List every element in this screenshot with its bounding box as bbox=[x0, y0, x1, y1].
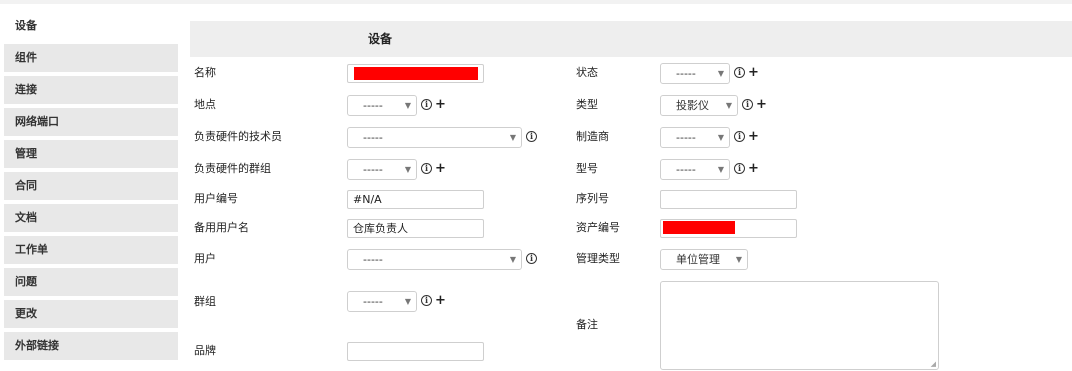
type-select[interactable]: 投影仪 ▼ bbox=[660, 95, 738, 116]
asset-number-label: 资产编号 bbox=[576, 221, 620, 234]
manufacturer-add-icon[interactable]: + bbox=[748, 130, 759, 143]
type-label: 类型 bbox=[576, 98, 598, 111]
redacted-asset-value bbox=[663, 221, 735, 234]
sidebar-item-problems[interactable]: 问题 bbox=[4, 268, 178, 296]
form-title: 设备 bbox=[368, 32, 393, 46]
status-info-icon[interactable]: i bbox=[734, 67, 745, 78]
alt-username-input[interactable]: 仓库负责人 bbox=[347, 219, 484, 238]
user-number-label: 用户编号 bbox=[194, 192, 238, 205]
sidebar-item-documents[interactable]: 文档 bbox=[4, 204, 178, 232]
comments-textarea[interactable]: ◢ bbox=[660, 281, 939, 370]
serial-label: 序列号 bbox=[576, 192, 609, 205]
mgmt-type-label: 管理类型 bbox=[576, 252, 620, 265]
sidebar-item-network-ports[interactable]: 网络端口 bbox=[4, 108, 178, 136]
manufacturer-select[interactable]: ----- ▼ bbox=[660, 127, 730, 148]
brand-input[interactable] bbox=[347, 342, 484, 361]
location-select-value: ----- bbox=[363, 99, 383, 112]
sidebar-item-connections[interactable]: 连接 bbox=[4, 76, 178, 104]
user-label: 用户 bbox=[194, 252, 216, 265]
brand-label: 品牌 bbox=[194, 344, 216, 357]
resize-grip-icon[interactable]: ◢ bbox=[931, 361, 936, 368]
status-add-icon[interactable]: + bbox=[748, 66, 759, 79]
sidebar-item-tickets[interactable]: 工作单 bbox=[4, 236, 178, 264]
group-add-icon[interactable]: + bbox=[435, 294, 446, 307]
group-label: 群组 bbox=[194, 295, 216, 308]
comments-label: 备注 bbox=[576, 318, 598, 331]
chevron-down-icon: ▼ bbox=[725, 101, 732, 110]
chevron-down-icon: ▼ bbox=[404, 101, 411, 110]
user-select-value: ----- bbox=[363, 253, 383, 266]
model-add-icon[interactable]: + bbox=[748, 162, 759, 175]
chevron-down-icon: ▼ bbox=[509, 255, 516, 264]
chevron-down-icon: ▼ bbox=[735, 255, 742, 264]
model-select-value: ----- bbox=[676, 163, 696, 176]
user-info-icon[interactable]: i bbox=[526, 253, 537, 264]
type-add-icon[interactable]: + bbox=[756, 98, 767, 111]
tech-select-value: ----- bbox=[363, 131, 383, 144]
status-select[interactable]: ----- ▼ bbox=[660, 63, 730, 84]
asset-number-input[interactable] bbox=[660, 219, 797, 238]
top-bar bbox=[0, 0, 1072, 4]
location-label: 地点 bbox=[194, 98, 216, 111]
name-input[interactable] bbox=[347, 64, 484, 83]
sidebar-item-external-links[interactable]: 外部链接 bbox=[4, 332, 178, 360]
group-tech-select[interactable]: ----- ▼ bbox=[347, 159, 417, 180]
group-tech-select-value: ----- bbox=[363, 163, 383, 176]
device-form: 设备 名称 状态 ----- ▼ i + 地点 ----- ▼ i + 类型 投… bbox=[190, 21, 1072, 371]
group-tech-info-icon[interactable]: i bbox=[421, 163, 432, 174]
type-select-value: 投影仪 bbox=[676, 99, 709, 112]
status-label: 状态 bbox=[576, 66, 598, 79]
tech-select[interactable]: ----- ▼ bbox=[347, 127, 522, 148]
model-info-icon[interactable]: i bbox=[734, 163, 745, 174]
group-tech-label: 负责硬件的群组 bbox=[194, 162, 271, 175]
group-select[interactable]: ----- ▼ bbox=[347, 291, 417, 312]
mgmt-type-select-value: 单位管理 bbox=[676, 253, 720, 266]
manufacturer-select-value: ----- bbox=[676, 131, 696, 144]
location-info-icon[interactable]: i bbox=[421, 99, 432, 110]
chevron-down-icon: ▼ bbox=[717, 165, 724, 174]
mgmt-type-select[interactable]: 单位管理 ▼ bbox=[660, 249, 748, 270]
chevron-down-icon: ▼ bbox=[509, 133, 516, 142]
name-label: 名称 bbox=[194, 66, 216, 79]
group-select-value: ----- bbox=[363, 295, 383, 308]
redacted-name-value bbox=[354, 67, 478, 80]
tech-info-icon[interactable]: i bbox=[526, 131, 537, 142]
sidebar-nav: 设备 组件 连接 网络端口 管理 合同 文档 工作单 问题 更改 外部链接 bbox=[4, 12, 178, 364]
sidebar-item-components[interactable]: 组件 bbox=[4, 44, 178, 72]
user-select[interactable]: ----- ▼ bbox=[347, 249, 522, 270]
sidebar-item-management[interactable]: 管理 bbox=[4, 140, 178, 168]
chevron-down-icon: ▼ bbox=[404, 297, 411, 306]
chevron-down-icon: ▼ bbox=[717, 133, 724, 142]
location-add-icon[interactable]: + bbox=[435, 98, 446, 111]
model-label: 型号 bbox=[576, 162, 598, 175]
chevron-down-icon: ▼ bbox=[404, 165, 411, 174]
manufacturer-label: 制造商 bbox=[576, 130, 609, 143]
sidebar-item-contracts[interactable]: 合同 bbox=[4, 172, 178, 200]
alt-username-label: 备用用户名 bbox=[194, 221, 249, 234]
form-header: 设备 bbox=[190, 21, 1072, 57]
location-select[interactable]: ----- ▼ bbox=[347, 95, 417, 116]
status-select-value: ----- bbox=[676, 67, 696, 80]
tech-label: 负责硬件的技术员 bbox=[194, 130, 282, 143]
group-tech-add-icon[interactable]: + bbox=[435, 162, 446, 175]
user-number-input[interactable]: #N/A bbox=[347, 190, 484, 209]
sidebar-item-device[interactable]: 设备 bbox=[4, 12, 178, 40]
group-info-icon[interactable]: i bbox=[421, 295, 432, 306]
chevron-down-icon: ▼ bbox=[717, 69, 724, 78]
type-info-icon[interactable]: i bbox=[742, 99, 753, 110]
serial-input[interactable] bbox=[660, 190, 797, 209]
manufacturer-info-icon[interactable]: i bbox=[734, 131, 745, 142]
model-select[interactable]: ----- ▼ bbox=[660, 159, 730, 180]
sidebar-item-changes[interactable]: 更改 bbox=[4, 300, 178, 328]
